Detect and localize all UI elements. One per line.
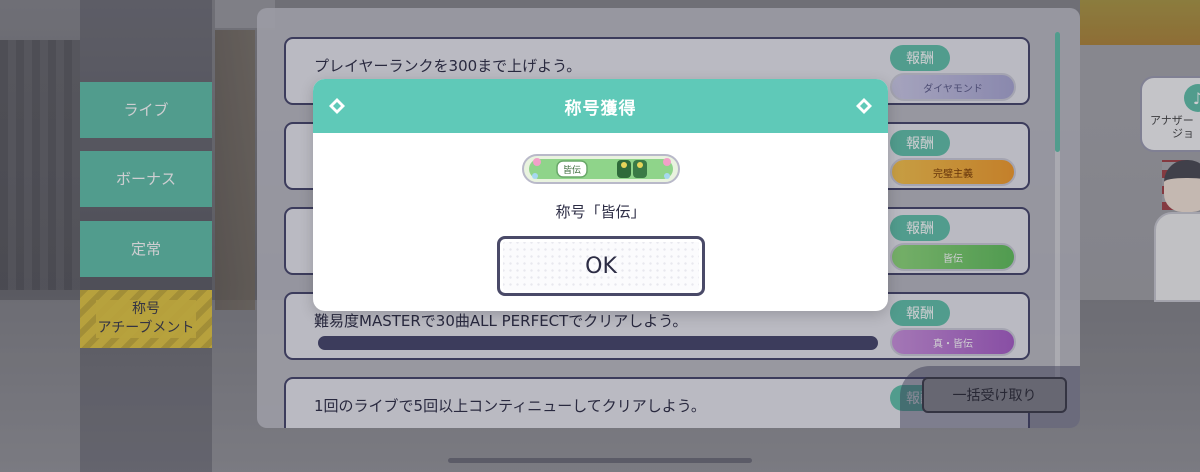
title-acquired-dialog: 称号獲得 皆伝 称号「皆伝」 OK (313, 79, 888, 311)
title-plate-text: 皆伝 (563, 165, 581, 176)
title-plate-icon: 皆伝 (522, 154, 680, 184)
diamond-icon (856, 98, 872, 114)
ok-button[interactable]: OK (497, 236, 705, 296)
acquired-title-text: 称号「皆伝」 (555, 203, 646, 221)
dialog-header: 称号獲得 (313, 79, 888, 133)
diamond-icon (329, 98, 345, 114)
ok-button-label: OK (585, 253, 617, 279)
dialog-title: 称号獲得 (564, 98, 637, 119)
